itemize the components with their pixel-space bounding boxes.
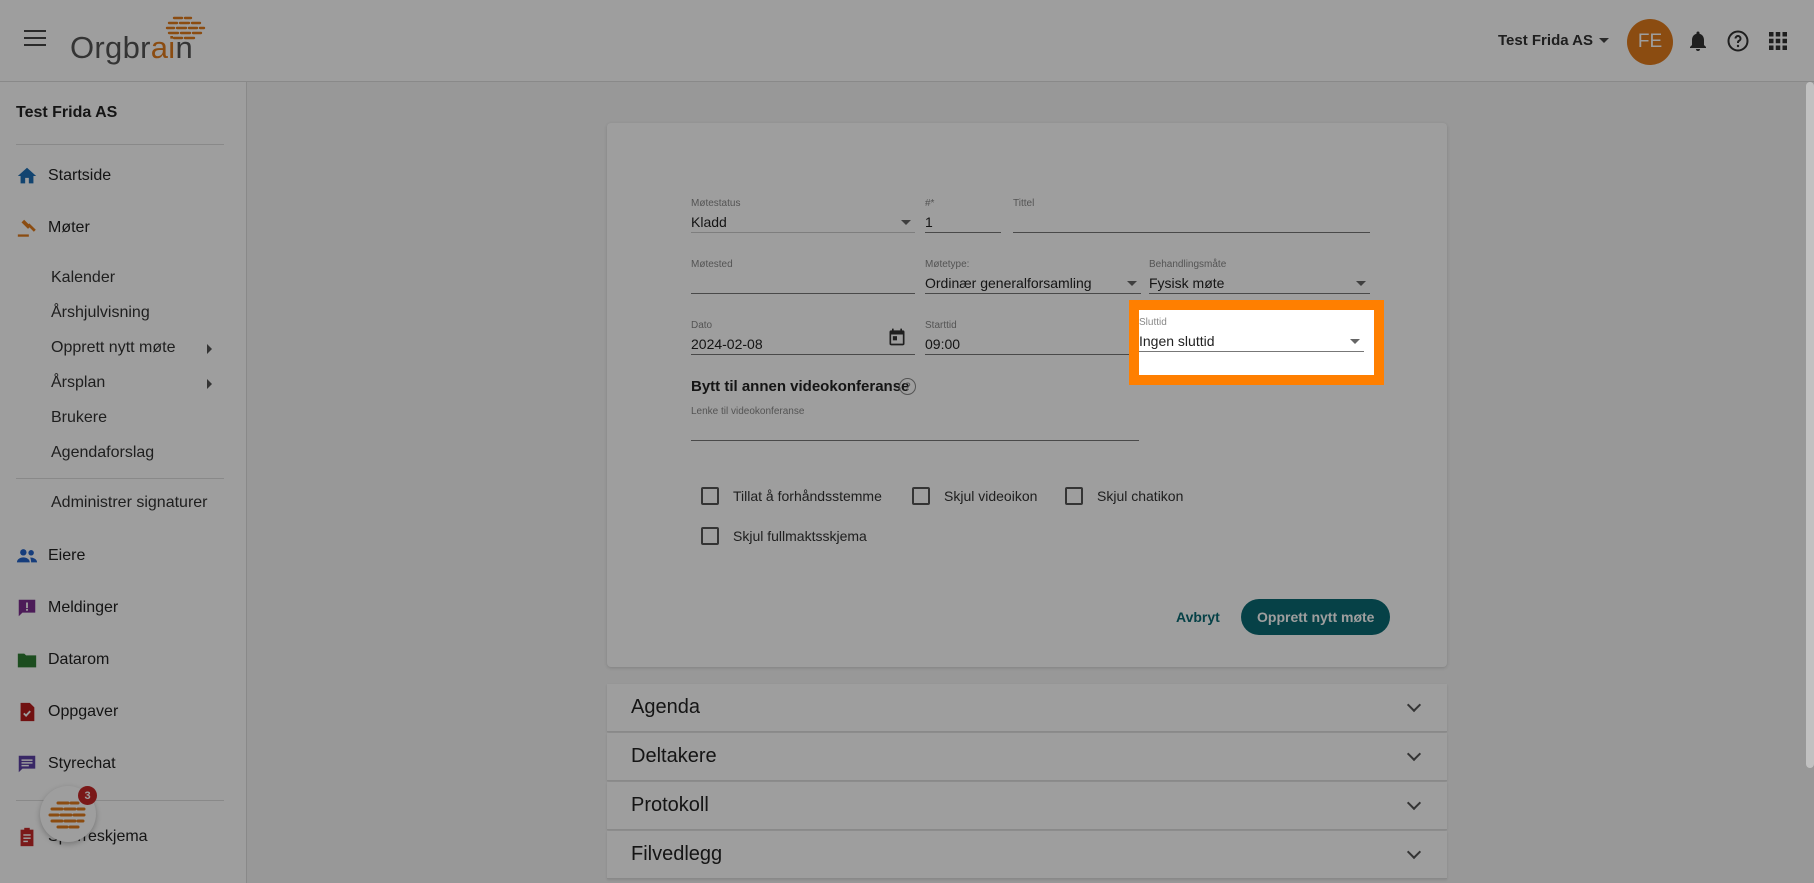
help-circle-icon[interactable]	[1726, 29, 1750, 53]
sidebar-item-kalender[interactable]: Kalender	[51, 269, 115, 287]
video-link-input[interactable]: Lenke til videokonferanse	[691, 406, 1139, 441]
meeting-number-input[interactable]: #* 1	[925, 198, 1001, 233]
checkbox-hide-video-icon[interactable]: Skjul videoikon	[912, 487, 1037, 505]
divider	[16, 478, 224, 479]
apps-grid-icon[interactable]	[1766, 29, 1790, 53]
chevron-down-icon	[1406, 844, 1422, 860]
accordion-filvedlegg[interactable]: Filvedlegg	[607, 831, 1447, 879]
create-meeting-button[interactable]: Opprett nytt møte	[1241, 599, 1391, 635]
cancel-button[interactable]: Avbryt	[1176, 609, 1220, 625]
chevron-down-icon	[1599, 38, 1610, 43]
checkbox[interactable]	[701, 527, 719, 545]
bell-icon[interactable]	[1686, 29, 1710, 53]
new-meeting-form: Møtestatus Kladd #* 1 Tittel Møtested Mø…	[607, 123, 1447, 667]
meeting-status-select[interactable]: Møtestatus Kladd	[691, 198, 915, 233]
sidebar-item-styrechat[interactable]: Styrechat	[0, 749, 247, 779]
gavel-icon	[17, 219, 36, 237]
sidebar-item-administrer-signaturer[interactable]: Administrer signaturer	[51, 494, 208, 512]
end-time-highlight: Sluttid Ingen sluttid	[1129, 300, 1384, 385]
logo-mark-icon	[165, 16, 206, 40]
meeting-type-select[interactable]: Møtetype: Ordinær generalforsamling	[925, 259, 1141, 294]
sidebar-item-meldinger[interactable]: Meldinger	[0, 593, 247, 623]
sidebar-item-opprett-nytt-mote[interactable]: Opprett nytt møte	[51, 339, 175, 357]
accordion-protokoll[interactable]: Protokoll	[607, 782, 1447, 830]
sidebar-item-brukere[interactable]: Brukere	[51, 409, 107, 427]
notification-badge: 3	[78, 786, 97, 805]
sidebar-item-datarom[interactable]: Datarom	[0, 645, 247, 675]
sidebar-item-startside[interactable]: Startside	[0, 161, 247, 191]
top-bar: Orgbrain Test Frida AS FE	[0, 0, 1814, 82]
clipboard-icon	[20, 827, 34, 847]
chevron-down-icon	[1406, 746, 1422, 762]
chevron-down-icon	[901, 220, 911, 225]
sidebar: Test Frida AS Startside Møter Kalender Å…	[0, 82, 247, 883]
chevron-down-icon	[1127, 281, 1137, 286]
folder-icon	[17, 653, 37, 668]
meeting-location-input[interactable]: Møtested	[691, 259, 915, 294]
divider	[16, 144, 224, 145]
checkbox[interactable]	[701, 487, 719, 505]
chevron-right-icon	[207, 344, 212, 354]
sidebar-item-arshjulvisning[interactable]: Årshjulvisning	[51, 304, 150, 322]
checkbox-hide-proxy-form[interactable]: Skjul fullmaktsskjema	[701, 527, 867, 545]
accordion-deltakere[interactable]: Deltakere	[607, 733, 1447, 781]
checkbox[interactable]	[912, 487, 930, 505]
checkbox-advance-vote[interactable]: Tillat å forhåndsstemme	[701, 487, 882, 505]
sidebar-item-agendaforslag[interactable]: Agendaforslag	[51, 444, 154, 462]
scrollbar[interactable]	[1806, 82, 1814, 768]
start-time-input[interactable]: Starttid 09:00	[925, 320, 1141, 355]
checkbox-hide-chat-icon[interactable]: Skjul chatikon	[1065, 487, 1183, 505]
sidebar-item-eiere[interactable]: Eiere	[0, 541, 247, 571]
date-input[interactable]: Dato 2024-02-08	[691, 320, 915, 355]
chevron-down-icon	[1406, 795, 1422, 811]
chevron-right-icon	[207, 379, 212, 389]
meeting-title-input[interactable]: Tittel	[1013, 198, 1370, 233]
chat-icon	[18, 755, 36, 773]
people-icon	[16, 549, 38, 563]
company-selector[interactable]: Test Frida AS	[1498, 32, 1610, 49]
avatar[interactable]: FE	[1627, 19, 1673, 65]
video-conference-heading: Bytt til annen videokonferanse	[691, 378, 910, 395]
menu-icon[interactable]	[24, 30, 46, 48]
calendar-icon[interactable]	[887, 326, 907, 348]
message-alert-icon	[18, 599, 36, 617]
sidebar-item-sporreskjema[interactable]: Spørreskjema	[0, 822, 247, 852]
accordion-agenda[interactable]: Agenda	[607, 684, 1447, 732]
help-icon[interactable]: ?	[899, 378, 916, 395]
chevron-down-icon	[1356, 281, 1366, 286]
company-name: Test Frida AS	[1498, 32, 1594, 49]
sidebar-item-arsplan[interactable]: Årsplan	[51, 374, 105, 392]
sidebar-company-name: Test Frida AS	[16, 104, 118, 121]
sidebar-item-moter[interactable]: Møter	[0, 213, 247, 243]
task-icon	[20, 702, 35, 722]
end-time-select[interactable]: Sluttid Ingen sluttid	[1139, 317, 1364, 352]
checkbox[interactable]	[1065, 487, 1083, 505]
sidebar-item-oppgaver[interactable]: Oppgaver	[0, 697, 247, 727]
chevron-down-icon	[1406, 697, 1422, 713]
processing-method-select[interactable]: Behandlingsmåte Fysisk møte	[1149, 259, 1370, 294]
home-icon	[17, 167, 37, 184]
chevron-down-icon	[1350, 339, 1360, 344]
